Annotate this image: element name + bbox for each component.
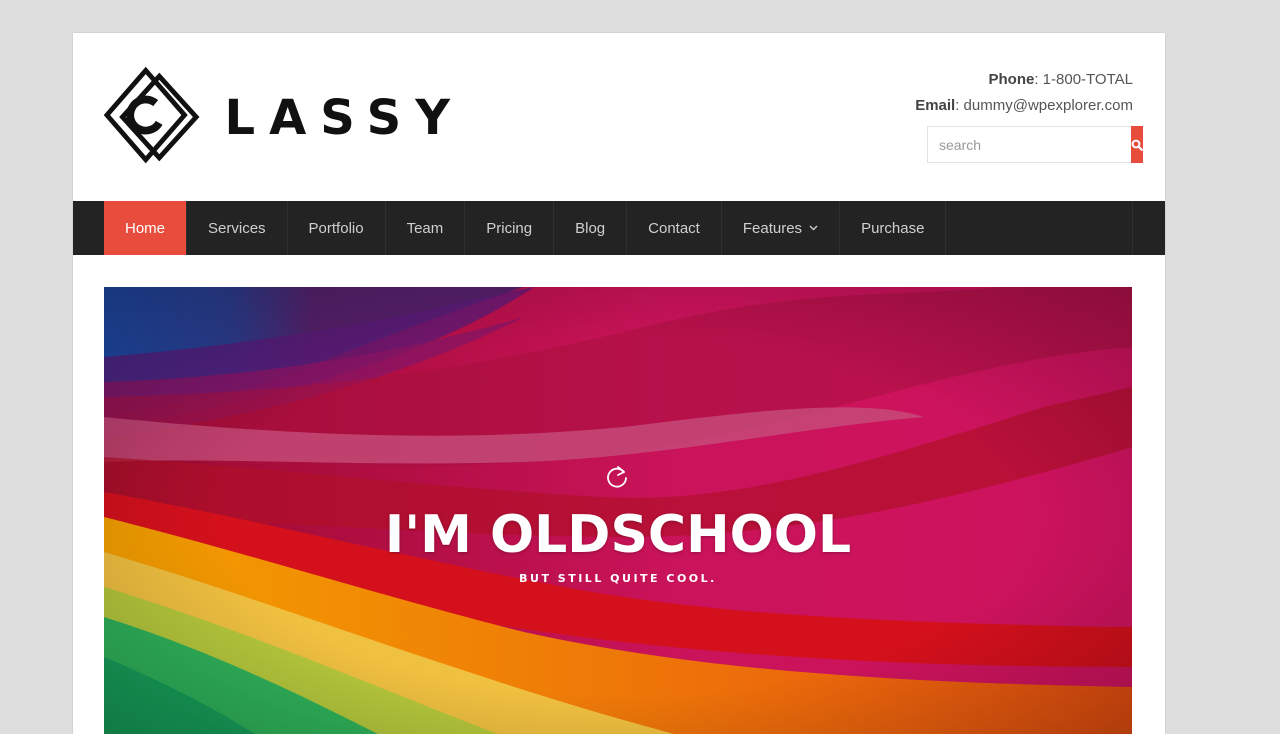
nav-item-features[interactable]: Features [722, 201, 841, 255]
nav-label: Pricing [486, 219, 533, 237]
phone-value: : 1-800-TOTAL [1034, 71, 1133, 88]
nav-item-home[interactable]: Home [104, 201, 188, 255]
email-value[interactable]: : dummy@wpexplorer.com [955, 97, 1133, 114]
phone-label: Phone [988, 71, 1035, 88]
nav-item-services[interactable]: Services [187, 201, 288, 255]
search-icon [1131, 139, 1143, 151]
site-logo[interactable]: LASSY [104, 65, 464, 169]
nav-label: Blog [575, 219, 606, 237]
nav-item-team[interactable]: Team [386, 201, 466, 255]
logo-diamond-icon [104, 66, 200, 164]
nav-label: Services [208, 219, 266, 237]
hero-subtitle: BUT STILL QUITE COOL. [519, 572, 717, 585]
logo-wordmark: LASSY [224, 90, 464, 146]
search-form [927, 126, 1143, 163]
main-navigation: Home Services Portfolio Team Pricing Blo… [73, 201, 1165, 255]
hero-title: I'M OLDSCHOOL [384, 505, 852, 565]
nav-label: Portfolio [308, 219, 364, 237]
contact-info: Phone: 1-800-TOTAL Email: dummy@wpexplor… [915, 67, 1133, 119]
email-label: Email [915, 97, 956, 114]
reload-icon[interactable] [604, 464, 630, 490]
hero-content: I'M OLDSCHOOL BUT STILL QUITE COOL. [104, 287, 1132, 734]
hero-slider: I'M OLDSCHOOL BUT STILL QUITE COOL. [104, 287, 1132, 734]
nav-label: Contact [648, 219, 700, 237]
nav-item-contact[interactable]: Contact [627, 201, 722, 255]
nav-item-pricing[interactable]: Pricing [465, 201, 555, 255]
email-line: Email: dummy@wpexplorer.com [915, 93, 1133, 119]
chevron-down-icon [809, 225, 818, 231]
nav-item-portfolio[interactable]: Portfolio [288, 201, 386, 255]
nav-label: Purchase [861, 219, 925, 237]
nav-label: Team [406, 219, 444, 237]
nav-label: Home [125, 219, 166, 237]
nav-divider [1132, 201, 1133, 255]
page-container: LASSY Phone: 1-800-TOTAL Email: dummy@wp… [73, 33, 1165, 734]
nav-item-purchase[interactable]: Purchase [840, 201, 947, 255]
nav-label: Features [742, 219, 803, 237]
nav-item-blog[interactable]: Blog [554, 201, 628, 255]
search-input[interactable] [927, 126, 1131, 163]
phone-line: Phone: 1-800-TOTAL [915, 67, 1134, 93]
search-button[interactable] [1131, 126, 1143, 163]
